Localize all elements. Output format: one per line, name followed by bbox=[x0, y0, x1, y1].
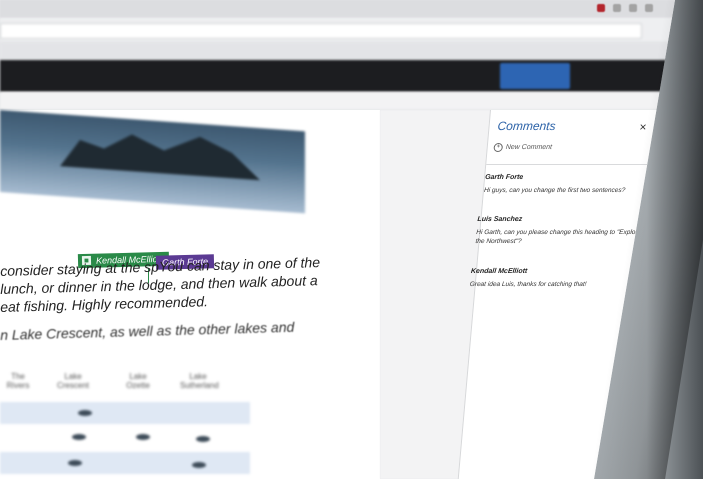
comment-body: Hi Garth, can you please change this hea… bbox=[475, 229, 642, 245]
body-paragraph[interactable]: consider staying at the spYou can stay i… bbox=[0, 254, 380, 316]
share-button[interactable] bbox=[500, 63, 570, 89]
table-header: Lake Sutherland bbox=[180, 372, 219, 390]
fish-icon bbox=[136, 434, 150, 440]
address-bar bbox=[0, 18, 675, 42]
document-page[interactable]: ■ Kendall McElliott Garth Forte consider… bbox=[0, 110, 380, 479]
comment-author: Garth Forte bbox=[484, 174, 524, 181]
comments-title: Comments bbox=[496, 119, 557, 133]
app-bar bbox=[0, 60, 675, 92]
url-field[interactable] bbox=[0, 23, 642, 39]
table-header: Lake Ozette bbox=[126, 372, 150, 390]
comment-item[interactable]: Luis Sanchez Hi Garth, can you please ch… bbox=[475, 216, 648, 246]
fish-icon bbox=[68, 460, 82, 466]
lakes-table[interactable]: The Rivers Lake Crescent Lake Ozette Lak… bbox=[0, 362, 260, 479]
table-header: Lake Crescent bbox=[56, 372, 89, 390]
browser-titlebar bbox=[0, 0, 675, 18]
table-row bbox=[0, 452, 250, 474]
tab-row bbox=[0, 42, 675, 60]
comment-author: Luis Sanchez bbox=[477, 216, 523, 223]
fish-icon bbox=[196, 436, 210, 442]
profile-icon[interactable] bbox=[613, 4, 621, 12]
new-comment-button[interactable]: + New Comment bbox=[493, 143, 552, 152]
screen: ■ Kendall McElliott Garth Forte consider… bbox=[0, 0, 675, 479]
table-row bbox=[0, 402, 250, 424]
mountain-silhouette bbox=[60, 120, 260, 180]
comment-body: Great idea Luis, thanks for catching tha… bbox=[469, 281, 587, 288]
close-window-icon[interactable] bbox=[645, 4, 653, 12]
fish-icon bbox=[192, 462, 206, 468]
minimize-icon[interactable] bbox=[629, 4, 637, 12]
table-header: The Rivers bbox=[6, 372, 30, 390]
fish-icon bbox=[78, 410, 92, 416]
window-controls bbox=[597, 4, 653, 12]
table-row bbox=[0, 426, 250, 448]
header-photo bbox=[0, 110, 305, 214]
fish-icon bbox=[72, 434, 86, 440]
editor-toolbar bbox=[0, 92, 675, 111]
comment-author: Kendall McElliott bbox=[470, 268, 528, 275]
comment-body: Hi guys, can you change the first two se… bbox=[483, 187, 626, 194]
comment-item[interactable]: Kendall McElliott Great idea Luis, thank… bbox=[469, 268, 641, 289]
comment-item[interactable]: Garth Forte Hi guys, can you change the … bbox=[484, 174, 656, 195]
new-comment-label: New Comment bbox=[505, 144, 553, 151]
bookmark-icon[interactable] bbox=[597, 4, 605, 12]
add-comment-icon: + bbox=[493, 143, 504, 152]
body-paragraph-2[interactable]: n Lake Crescent, as well as the other la… bbox=[0, 319, 295, 343]
